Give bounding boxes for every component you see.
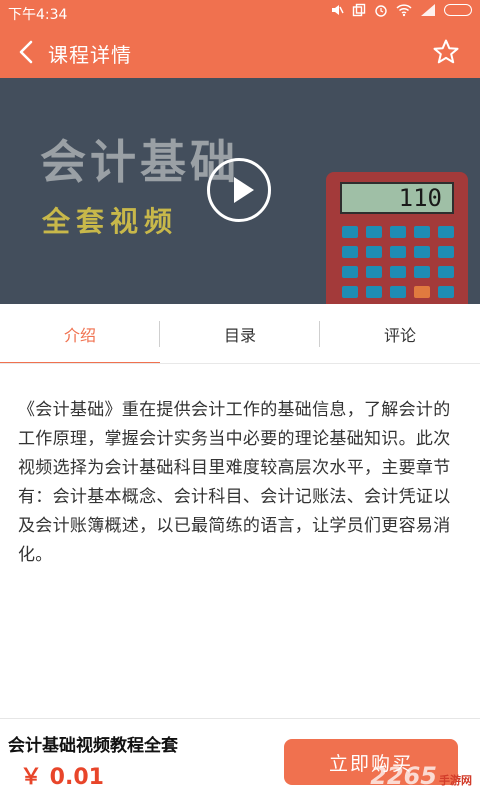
battery-icon xyxy=(444,4,472,16)
course-description: 《会计基础》重在提供会计工作的基础信息，了解会计的工作原理，掌握会计实务当中必要… xyxy=(18,400,451,565)
tabs-divider xyxy=(0,363,480,364)
mute-icon xyxy=(332,5,344,15)
tab-bar: 介绍 目录 评论 xyxy=(0,304,480,364)
calculator-key xyxy=(390,286,406,298)
calculator-key xyxy=(366,226,382,238)
calculator-key xyxy=(342,246,358,258)
tab-comments[interactable]: 评论 xyxy=(320,304,480,364)
app-bar: 课程详情 xyxy=(0,26,480,78)
course-name: 会计基础视频教程全套 xyxy=(8,736,178,756)
calculator-key xyxy=(342,266,358,278)
calculator-key xyxy=(438,286,454,298)
status-icons xyxy=(330,3,472,17)
calculator-key xyxy=(390,226,406,238)
calculator-key xyxy=(366,246,382,258)
calculator-key xyxy=(366,266,382,278)
calculator-key xyxy=(414,266,430,278)
calculator-keys xyxy=(342,226,454,298)
video-banner[interactable]: 会计基础 全套视频 110 xyxy=(0,78,480,304)
calculator-key xyxy=(390,246,406,258)
site-watermark: 2265 手游网 xyxy=(370,762,472,790)
play-icon[interactable] xyxy=(207,158,271,222)
tab-label: 目录 xyxy=(223,326,256,345)
calculator-key xyxy=(342,226,358,238)
banner-subtitle: 全套视频 xyxy=(42,205,179,238)
calculator-key xyxy=(438,266,454,278)
status-bar: 下午4:34 xyxy=(0,0,480,26)
calculator-key xyxy=(366,286,382,298)
watermark-sub: 手游网 xyxy=(439,774,472,787)
course-price: ￥ 0.01 xyxy=(20,765,104,790)
calculator-key xyxy=(438,226,454,238)
tab-label: 介绍 xyxy=(63,326,96,345)
calculator-illustration: 110 xyxy=(326,172,468,304)
tab-intro[interactable]: 介绍 xyxy=(0,304,160,364)
purchase-bar: 会计基础视频教程全套 ￥ 0.01 立即购买 2265 手游网 xyxy=(0,718,480,800)
calculator-key xyxy=(390,266,406,278)
calculator-key xyxy=(342,286,358,298)
back-arrow-icon[interactable] xyxy=(14,38,40,66)
calculator-key xyxy=(414,226,430,238)
tab-catalog[interactable]: 目录 xyxy=(160,304,320,364)
calculator-key xyxy=(414,246,430,258)
wifi-icon xyxy=(396,4,412,17)
alarm-icon xyxy=(375,5,387,17)
calculator-key xyxy=(414,286,430,298)
signal-icon xyxy=(421,4,435,16)
calculator-key xyxy=(438,246,454,258)
calculator-display: 110 xyxy=(340,182,454,214)
page-title: 课程详情 xyxy=(48,43,132,67)
tab-label: 评论 xyxy=(383,326,416,345)
star-outline-icon[interactable] xyxy=(432,38,460,66)
status-time: 下午4:34 xyxy=(8,7,68,23)
copy-icon xyxy=(352,3,366,17)
watermark-logo: 2265 xyxy=(370,762,437,790)
